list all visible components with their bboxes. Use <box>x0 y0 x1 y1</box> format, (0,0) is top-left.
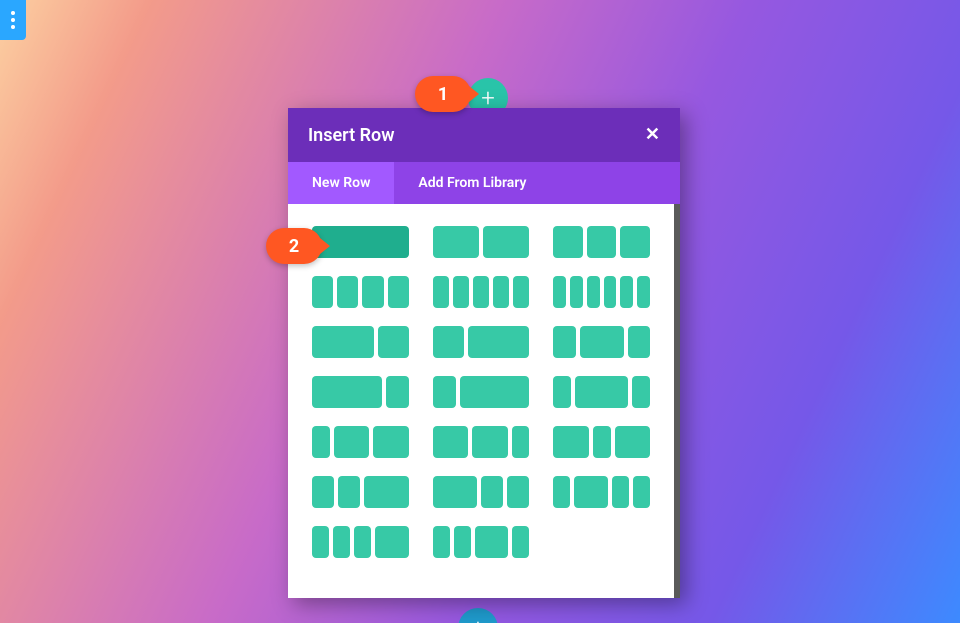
row-layout-option-10[interactable] <box>312 376 409 408</box>
layout-column <box>604 276 617 308</box>
row-layout-grid <box>288 204 680 598</box>
page-background: + 1 2 Insert Row ✕ New Row Add From Libr… <box>0 0 960 623</box>
row-layout-option-12[interactable] <box>553 376 650 408</box>
row-layout-option-15[interactable] <box>553 426 650 458</box>
layout-column <box>481 476 503 508</box>
row-layout-option-4[interactable] <box>312 276 409 308</box>
layout-column <box>312 376 382 408</box>
layout-column <box>334 426 369 458</box>
callout-step-2-label: 2 <box>289 236 299 257</box>
row-layout-option-7[interactable] <box>312 326 409 358</box>
layout-column <box>312 326 374 358</box>
layout-column <box>433 426 468 458</box>
layout-column <box>312 426 330 458</box>
layout-column <box>460 376 530 408</box>
layout-column <box>312 476 334 508</box>
add-section-button-bottom[interactable]: + <box>458 608 498 623</box>
callout-step-1-label: 1 <box>438 84 448 105</box>
vertical-dots-icon <box>11 11 15 29</box>
layout-column <box>364 476 408 508</box>
layout-column <box>570 276 583 308</box>
row-layout-option-16[interactable] <box>312 476 409 508</box>
layout-column <box>620 276 633 308</box>
row-layout-option-20[interactable] <box>433 526 530 558</box>
layout-column <box>632 376 650 408</box>
layout-column <box>553 326 575 358</box>
layout-column <box>620 226 650 258</box>
row-layout-option-8[interactable] <box>433 326 530 358</box>
layout-column <box>593 426 611 458</box>
layout-column <box>468 326 530 358</box>
layout-column <box>338 476 360 508</box>
layout-column <box>375 526 409 558</box>
layout-column <box>587 276 600 308</box>
layout-column <box>388 276 409 308</box>
row-layout-option-11[interactable] <box>433 376 530 408</box>
layout-column <box>633 476 650 508</box>
layout-column <box>580 326 624 358</box>
layout-column <box>483 226 529 258</box>
layout-column <box>575 376 628 408</box>
layout-column <box>512 426 530 458</box>
tab-new-row[interactable]: New Row <box>288 162 394 204</box>
layout-column <box>312 276 333 308</box>
layout-column <box>587 226 617 258</box>
modal-header: Insert Row ✕ <box>288 108 680 162</box>
row-layout-option-17[interactable] <box>433 476 530 508</box>
insert-row-modal: Insert Row ✕ New Row Add From Library <box>288 108 680 598</box>
row-layout-option-14[interactable] <box>433 426 530 458</box>
layout-column <box>433 326 464 358</box>
callout-step-1: 1 <box>415 76 471 112</box>
layout-column <box>433 226 479 258</box>
row-layout-option-2[interactable] <box>433 226 530 258</box>
layout-column <box>507 476 529 508</box>
layout-column <box>433 476 477 508</box>
layout-column <box>433 526 450 558</box>
layout-column <box>333 526 350 558</box>
callout-step-2: 2 <box>266 228 322 264</box>
layout-column <box>362 276 383 308</box>
layout-column <box>312 526 329 558</box>
layout-column <box>433 276 449 308</box>
plus-icon: + <box>471 614 485 623</box>
layout-column <box>615 426 650 458</box>
layout-column <box>373 426 408 458</box>
row-layout-option-3[interactable] <box>553 226 650 258</box>
row-layout-option-13[interactable] <box>312 426 409 458</box>
layout-column <box>637 276 650 308</box>
settings-fab[interactable] <box>0 0 26 40</box>
layout-column <box>553 226 583 258</box>
layout-column <box>553 276 566 308</box>
modal-tabs: New Row Add From Library <box>288 162 680 204</box>
layout-column <box>553 426 588 458</box>
layout-column <box>354 526 371 558</box>
layout-column <box>513 276 529 308</box>
row-layout-option-18[interactable] <box>553 476 650 508</box>
row-layout-option-6[interactable] <box>553 276 650 308</box>
layout-column <box>612 476 629 508</box>
tab-add-from-library[interactable]: Add From Library <box>394 162 550 204</box>
layout-column <box>337 276 358 308</box>
layout-column <box>512 526 529 558</box>
layout-column <box>574 476 608 508</box>
layout-column <box>553 376 571 408</box>
row-layout-option-9[interactable] <box>553 326 650 358</box>
close-icon: ✕ <box>645 124 660 145</box>
layout-column <box>553 476 570 508</box>
layout-column <box>628 326 650 358</box>
layout-column <box>475 526 509 558</box>
row-layout-option-19[interactable] <box>312 526 409 558</box>
layout-column <box>453 276 469 308</box>
layout-column <box>472 426 507 458</box>
layout-column <box>454 526 471 558</box>
modal-title: Insert Row <box>308 125 395 146</box>
close-button[interactable]: ✕ <box>645 126 660 144</box>
layout-column <box>433 376 456 408</box>
layout-column <box>493 276 509 308</box>
row-layout-option-5[interactable] <box>433 276 530 308</box>
layout-column <box>473 276 489 308</box>
layout-column <box>386 376 409 408</box>
layout-column <box>378 326 409 358</box>
